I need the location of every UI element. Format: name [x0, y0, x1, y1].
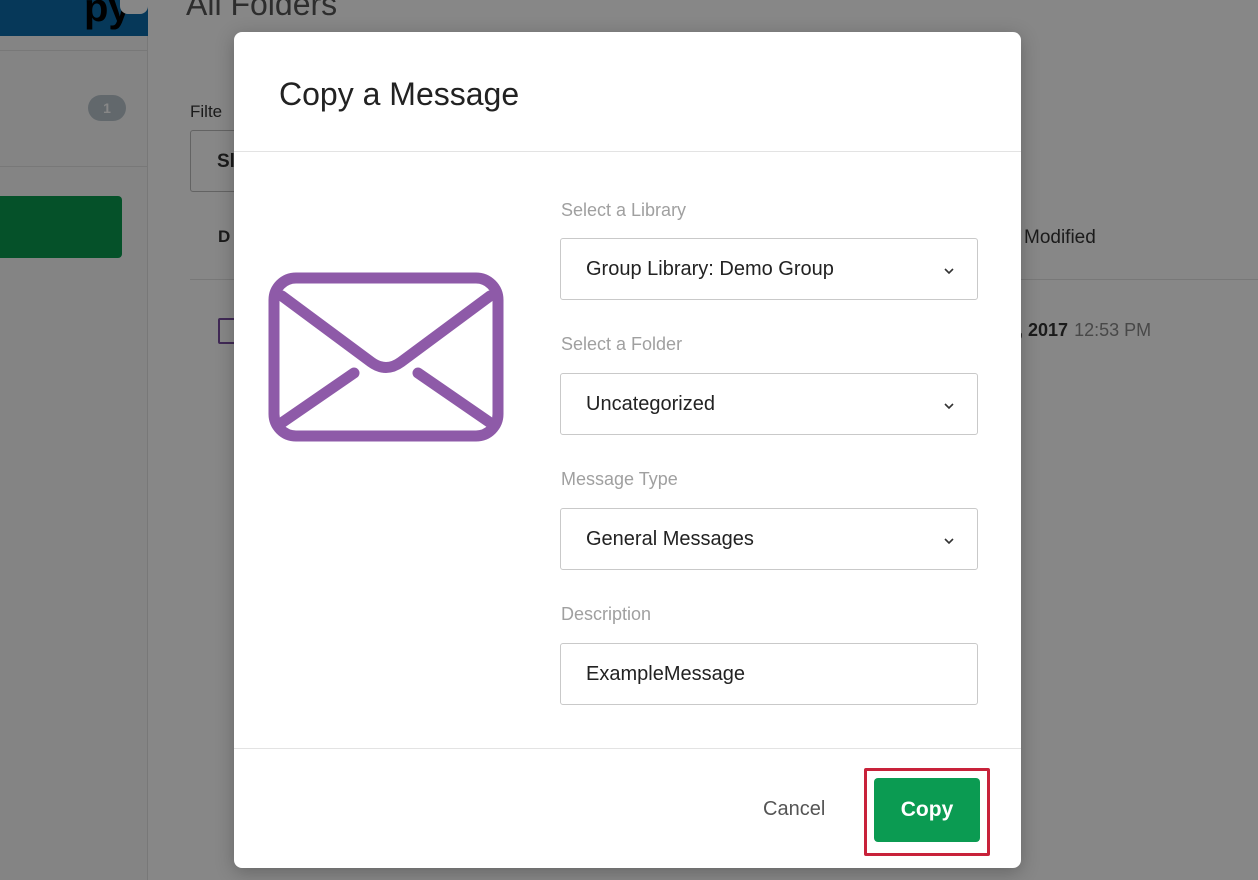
chevron-down-icon	[944, 538, 954, 545]
library-label: Select a Library	[561, 200, 687, 220]
dialog-footer: Cancel Copy	[234, 748, 1021, 868]
library-select[interactable]: Group Library: Demo Group	[560, 238, 978, 300]
dialog-header: Copy a Message	[234, 32, 1021, 152]
copy-button[interactable]: Copy	[874, 778, 980, 842]
description-label: Description	[561, 604, 652, 624]
folder-select-value: Uncategorized	[586, 393, 715, 415]
cancel-button[interactable]: Cancel	[763, 798, 825, 821]
dialog-title: Copy a Message	[279, 76, 520, 112]
description-input[interactable]	[561, 644, 977, 704]
copy-message-dialog: Copy a Message Select a Library Group Li…	[234, 32, 1021, 868]
description-field-box	[560, 643, 978, 705]
library-select-value: Group Library: Demo Group	[586, 258, 834, 280]
message-type-select-value: General Messages	[586, 528, 754, 550]
envelope-icon	[268, 272, 504, 442]
message-type-select[interactable]: General Messages	[560, 508, 978, 570]
folder-select[interactable]: Uncategorized	[560, 373, 978, 435]
message-type-label: Message Type	[561, 469, 678, 489]
chevron-down-icon	[944, 403, 954, 410]
chevron-down-icon	[944, 268, 954, 275]
folder-label: Select a Folder	[561, 334, 683, 354]
